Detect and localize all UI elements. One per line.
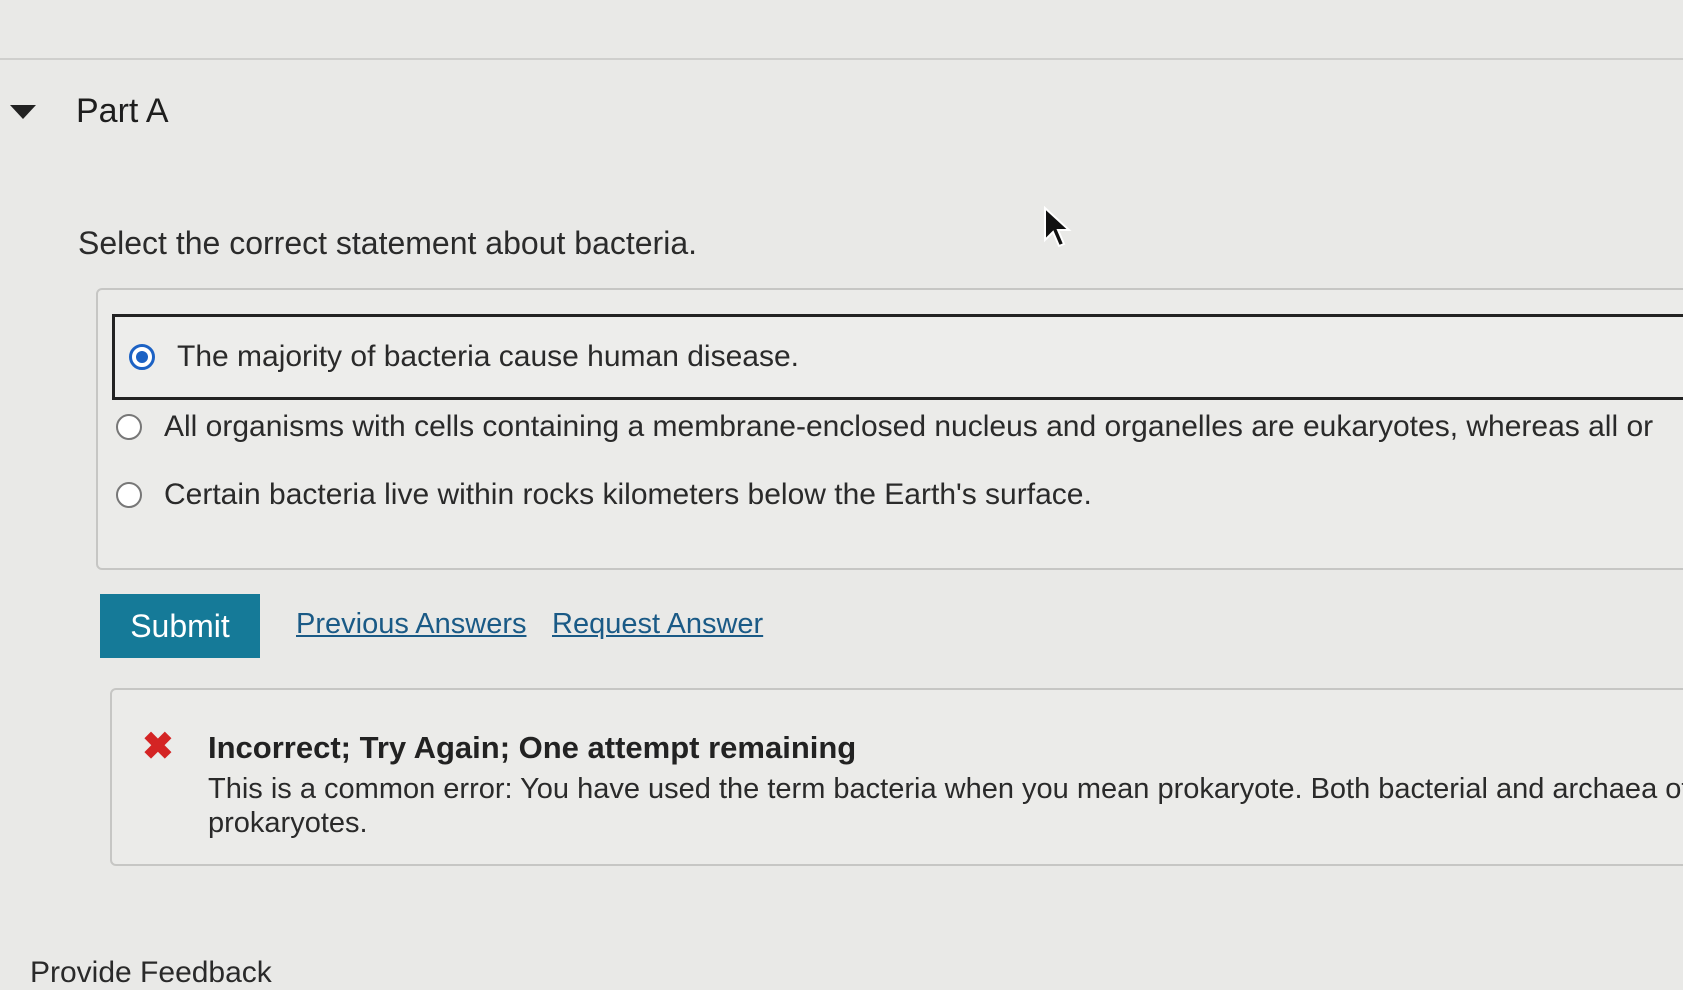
collapse-caret-icon[interactable] [10, 104, 36, 119]
option-1[interactable]: The majority of bacteria cause human dis… [112, 314, 1683, 400]
option-label: Certain bacteria live within rocks kilom… [164, 478, 1092, 511]
provide-feedback-link[interactable]: Provide Feedback [30, 956, 272, 990]
radio-icon[interactable] [116, 482, 142, 508]
feedback-title: Incorrect; Try Again; One attempt remain… [208, 730, 857, 765]
question-text: Select the correct statement about bacte… [78, 225, 697, 261]
option-3[interactable]: Certain bacteria live within rocks kilom… [116, 478, 1092, 512]
answer-options: The majority of bacteria cause human dis… [96, 288, 1683, 570]
option-2[interactable]: All organisms with cells containing a me… [116, 410, 1653, 444]
submit-button[interactable]: Submit [100, 594, 260, 658]
incorrect-x-icon: ✖ [142, 726, 174, 768]
part-title: Part A [76, 92, 169, 130]
mouse-cursor-icon [1044, 206, 1072, 248]
radio-selected-icon[interactable] [129, 344, 155, 370]
option-label: The majority of bacteria cause human dis… [177, 340, 799, 373]
option-label: All organisms with cells containing a me… [164, 410, 1654, 443]
top-divider [0, 58, 1683, 60]
previous-answers-link[interactable]: Previous Answers [296, 608, 527, 641]
feedback-box: ✖ Incorrect; Try Again; One attempt rema… [110, 688, 1683, 866]
part-header[interactable]: Part A [10, 92, 169, 131]
request-answer-link[interactable]: Request Answer [552, 608, 763, 641]
radio-icon[interactable] [116, 414, 142, 440]
feedback-body: This is a common error: You have used th… [208, 773, 1683, 839]
